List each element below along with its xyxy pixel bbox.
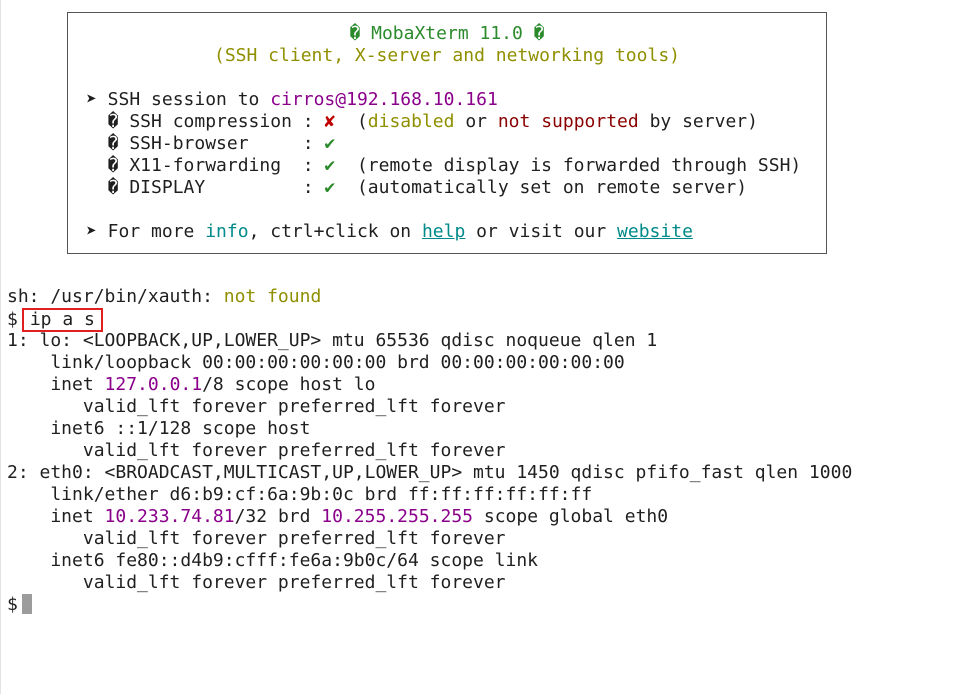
banner-subtitle: (SSH client, X-server and networking too… — [214, 45, 680, 66]
ssh-session-line: ➤ SSH session to cirros@192.168.10.161 — [86, 89, 498, 111]
x11-desc: (remote display is forwarded through SSH… — [335, 155, 802, 176]
cross-icon: ✘ — [324, 111, 336, 132]
output-text: /8 scope host lo — [202, 374, 376, 395]
compression-disabled: disabled — [367, 111, 455, 132]
output-line: valid_lft forever preferred_lft forever — [7, 528, 506, 549]
ip-address: 10.233.74.81 — [104, 506, 235, 527]
prompt: $ — [7, 309, 18, 330]
ssh-compression-label: � SSH compression : — [86, 111, 325, 132]
x11-forwarding-line: � X11-forwarding : ✔ (remote display is … — [86, 155, 802, 177]
ssh-browser-line: � SSH-browser : ✔ — [86, 133, 336, 155]
display-desc: (automatically set on remote server) — [335, 177, 748, 198]
output-line: link/loopback 00:00:00:00:00:00 brd 00:0… — [7, 352, 625, 373]
compression-space — [530, 111, 541, 132]
output-text: scope global eth0 — [473, 506, 669, 527]
output-text: /32 brd — [234, 506, 322, 527]
terminal-window[interactable]: � MobaXterm 11.0 � (SSH client, X-server… — [0, 0, 972, 694]
output-line: inet 10.233.74.81/32 brd 10.255.255.255 … — [7, 506, 668, 528]
xauth-status: not found — [223, 286, 322, 307]
help-link[interactable]: help — [422, 221, 465, 242]
prompt: $ — [7, 594, 18, 615]
output-line: 2: eth0: <BROADCAST,MULTICAST,UP,LOWER_U… — [7, 462, 853, 483]
ssh-session-prefix: ➤ SSH session to — [86, 89, 271, 110]
welcome-banner: � MobaXterm 11.0 � (SSH client, X-server… — [67, 12, 827, 254]
output-line: 1: lo: <LOOPBACK,UP,LOWER_UP> mtu 65536 … — [7, 330, 658, 351]
check-icon: ✔ — [324, 133, 336, 154]
ssh-browser-label: � SSH-browser : — [86, 133, 325, 154]
output-line: link/ether d6:b9:cf:6a:9b:0c brd ff:ff:f… — [7, 484, 593, 505]
ip-address: 127.0.0.1 — [104, 374, 203, 395]
ssh-host: @192.168.10.161 — [335, 89, 498, 110]
compression-end: by server) — [638, 111, 758, 132]
compression-open-paren: ( — [335, 111, 368, 132]
more-info-line: ➤ For more info, ctrl+click on help or v… — [86, 221, 693, 243]
broadcast-address: 10.255.255.255 — [321, 506, 474, 527]
output-text: inet — [7, 506, 105, 527]
compression-or: or — [454, 111, 498, 132]
more-info-prefix: ➤ For more — [86, 221, 206, 242]
xauth-line: sh: /usr/bin/xauth: not found — [7, 286, 321, 308]
check-icon: ✔ — [324, 155, 336, 176]
output-line: inet 127.0.0.1/8 scope host lo — [7, 374, 375, 396]
output-text: inet — [7, 374, 105, 395]
ssh-compression-line: � SSH compression : ✘ (disabled or not s… — [86, 111, 758, 133]
more-info-mid: , ctrl+click on — [248, 221, 422, 242]
ssh-user: cirros — [270, 89, 336, 110]
banner-title: � MobaXterm 11.0 � — [349, 23, 545, 44]
check-icon: ✔ — [324, 177, 336, 198]
website-link[interactable]: website — [617, 221, 693, 242]
highlighted-command: ip a s — [21, 308, 103, 332]
display-line: � DISPLAY : ✔ (automatically set on remo… — [86, 177, 747, 199]
command-line: $ ip a s — [7, 308, 103, 332]
compression-supported: supported — [541, 111, 639, 132]
output-line: valid_lft forever preferred_lft forever — [7, 572, 506, 593]
text-cursor — [21, 594, 32, 614]
output-line: inet6 fe80::d4b9:cfff:fe6a:9b0c/64 scope… — [7, 550, 539, 571]
info-text: info — [205, 221, 249, 242]
output-line: valid_lft forever preferred_lft forever — [7, 440, 506, 461]
compression-not: not — [497, 111, 531, 132]
xauth-text: sh: /usr/bin/xauth: — [7, 286, 224, 307]
output-line: inet6 ::1/128 scope host — [7, 418, 311, 439]
x11-label: � X11-forwarding : — [86, 155, 325, 176]
more-info-mid2: or visit our — [465, 221, 618, 242]
output-line: valid_lft forever preferred_lft forever — [7, 396, 506, 417]
input-line[interactable]: $ — [7, 594, 32, 616]
display-label: � DISPLAY : — [86, 177, 325, 198]
